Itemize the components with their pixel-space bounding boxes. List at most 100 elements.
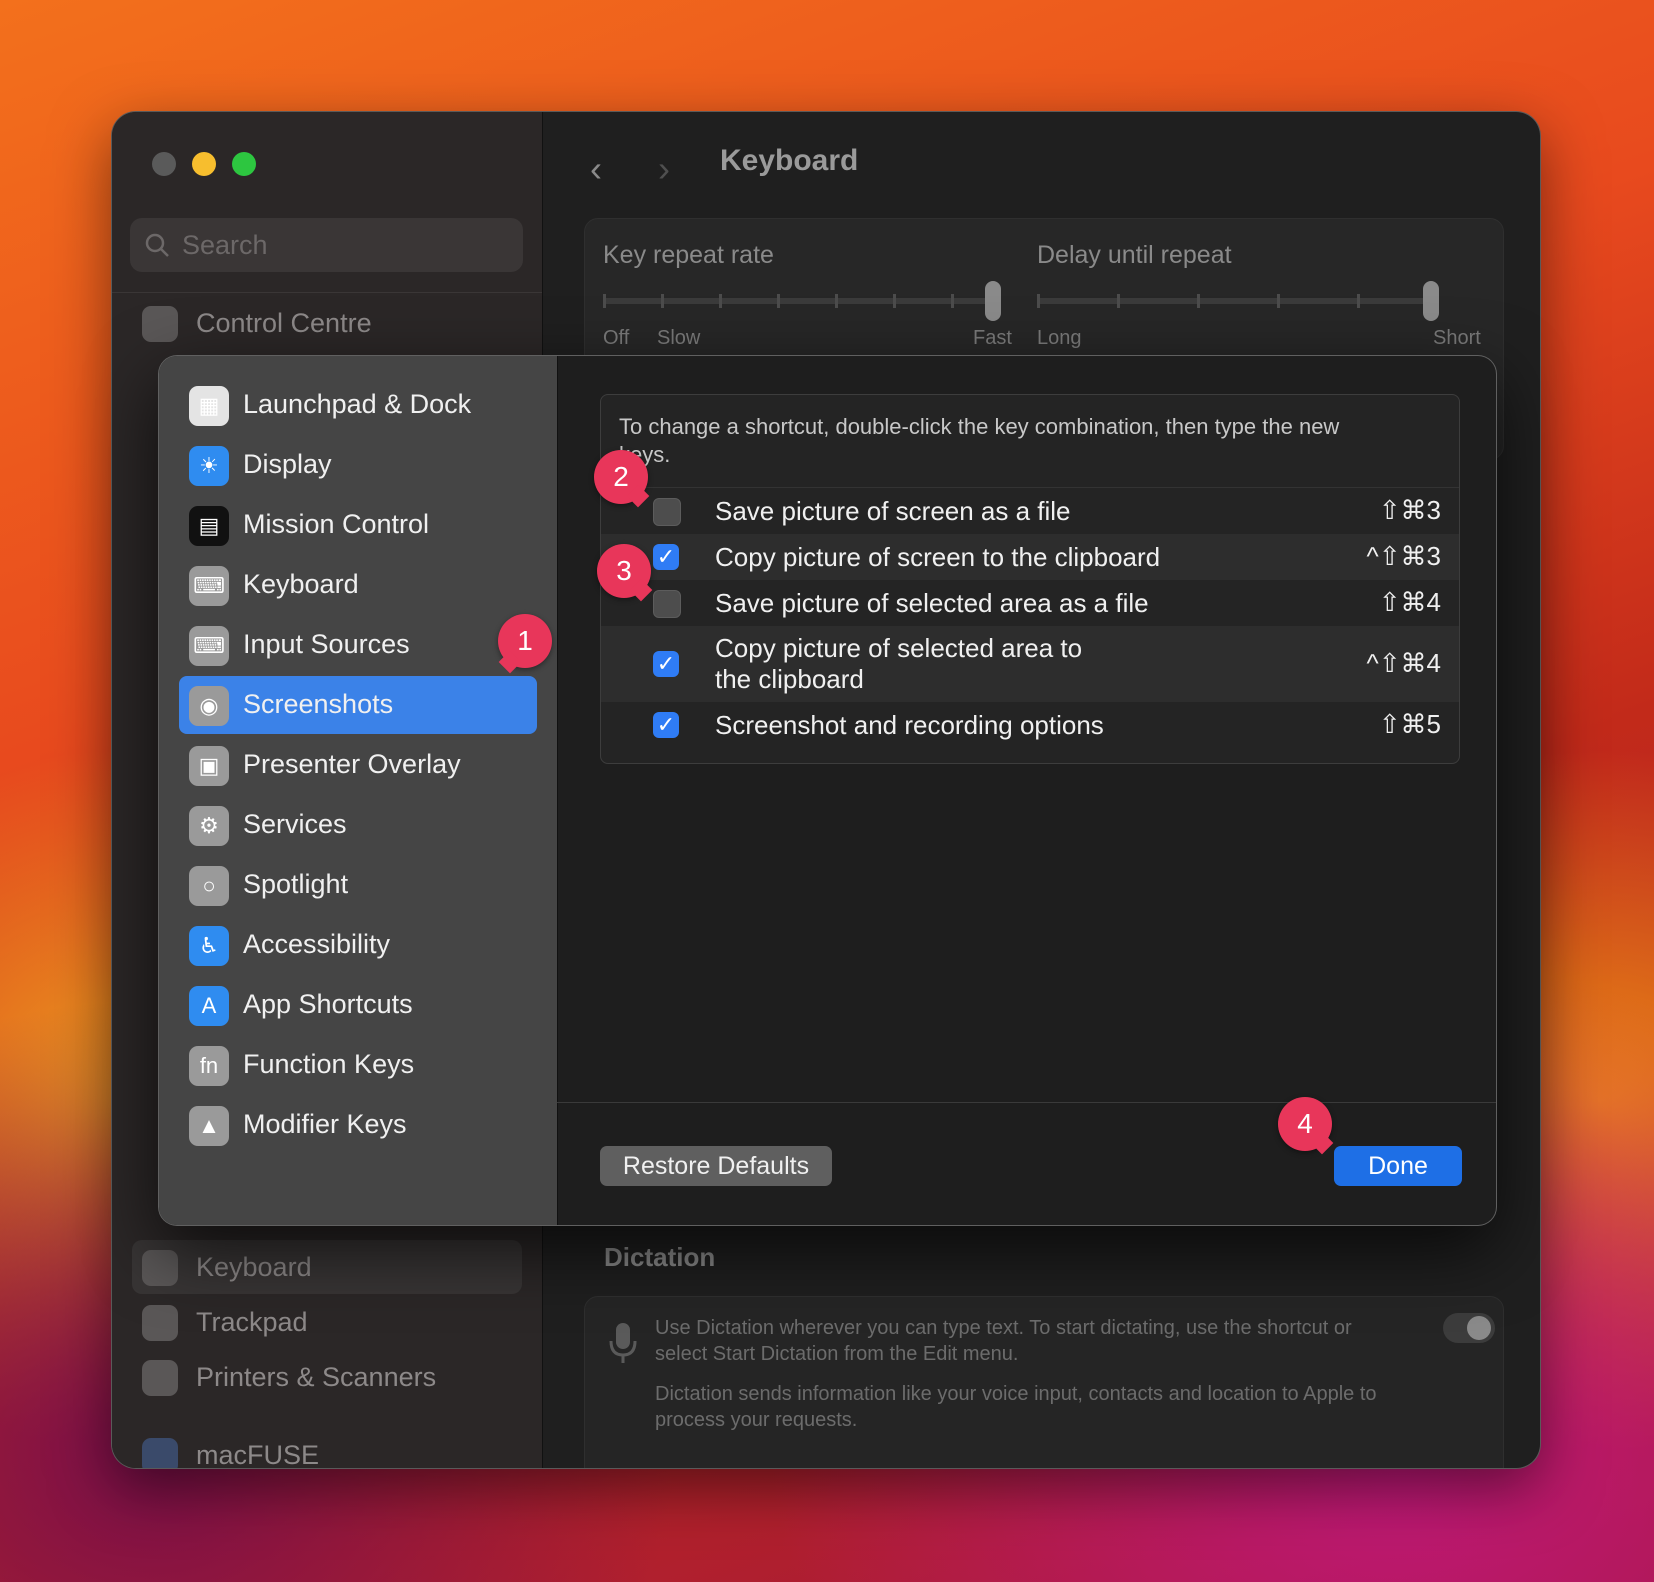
category-accessibility[interactable]: ♿ Accessibility bbox=[179, 916, 537, 974]
shortcut-label: Save picture of screen as a file bbox=[715, 496, 1071, 526]
restore-defaults-button[interactable]: Restore Defaults bbox=[600, 1146, 832, 1186]
shortcut-label: Copy picture of screen to the clipboard bbox=[715, 542, 1161, 572]
slider-knob[interactable] bbox=[985, 281, 1001, 321]
shortcut-row[interactable]: ✓ Copy picture of selected area to the c… bbox=[601, 626, 1459, 702]
sidebar-item-printers[interactable]: Printers & Scanners bbox=[132, 1350, 522, 1404]
category-label: Modifier Keys bbox=[243, 1109, 407, 1139]
shortcut-keys[interactable]: ^⇧⌘3 bbox=[1367, 541, 1441, 572]
shortcut-keys[interactable]: ^⇧⌘4 bbox=[1367, 648, 1441, 679]
slider-knob[interactable] bbox=[1423, 281, 1439, 321]
callout-badge: 3 bbox=[597, 544, 653, 602]
microphone-icon bbox=[609, 1323, 637, 1363]
checkbox[interactable] bbox=[653, 498, 681, 526]
shortcut-row[interactable]: ✓ Screenshot and recording options ⇧⌘5 bbox=[601, 702, 1459, 748]
delay-until-repeat-slider[interactable] bbox=[1037, 281, 1439, 321]
done-button[interactable]: Done bbox=[1334, 1146, 1462, 1186]
sidebar-item-keyboard[interactable]: Keyboard bbox=[132, 1240, 522, 1294]
shortcut-row[interactable]: Save picture of screen as a file ⇧⌘3 bbox=[601, 488, 1459, 534]
dictation-card: Use Dictation wherever you can type text… bbox=[584, 1296, 1504, 1468]
shortcut-hint: To change a shortcut, double-click the k… bbox=[619, 414, 1340, 467]
checkbox-checked[interactable]: ✓ bbox=[653, 712, 679, 738]
category-label: App Shortcuts bbox=[243, 989, 413, 1019]
shortcut-keys[interactable]: ⇧⌘3 bbox=[1379, 495, 1441, 526]
category-function-keys[interactable]: fn Function Keys bbox=[179, 1036, 537, 1094]
zoom-window-button[interactable] bbox=[232, 152, 256, 176]
category-spotlight[interactable]: ○ Spotlight bbox=[179, 856, 537, 914]
dictation-heading: Dictation bbox=[604, 1242, 716, 1272]
gears-icon: ⚙ bbox=[189, 806, 229, 846]
shortcut-categories: ▦ Launchpad & Dock ☀ Display ▤ Mission Contro… bbox=[159, 356, 558, 1225]
app-store-icon: A bbox=[189, 986, 229, 1026]
slider-min-label: Long bbox=[1037, 327, 1082, 349]
search-field[interactable]: Search bbox=[130, 218, 523, 272]
dictation-description: Use Dictation wherever you can type text… bbox=[655, 1317, 1352, 1365]
category-app-shortcuts[interactable]: A App Shortcuts bbox=[179, 976, 537, 1034]
shortcut-keys[interactable]: ⇧⌘5 bbox=[1379, 709, 1441, 740]
checkbox-checked[interactable]: ✓ bbox=[653, 544, 679, 570]
callout-badge: 2 bbox=[594, 450, 650, 508]
minimize-window-button[interactable] bbox=[192, 152, 216, 176]
slider-max-label: Fast bbox=[973, 327, 1012, 349]
sidebar-item-control-centre[interactable]: Control Centre bbox=[132, 296, 522, 350]
category-screenshots[interactable]: ◉ Screenshots bbox=[179, 676, 537, 734]
back-icon[interactable]: ‹ bbox=[590, 148, 602, 190]
sidebar-item-trackpad[interactable]: Trackpad bbox=[132, 1295, 522, 1349]
category-services[interactable]: ⚙ Services bbox=[179, 796, 537, 854]
sidebar-item-macfuse[interactable]: macFUSE bbox=[132, 1428, 522, 1468]
checkbox[interactable] bbox=[653, 590, 681, 618]
category-label: Launchpad & Dock bbox=[243, 389, 472, 419]
search-icon bbox=[145, 233, 169, 257]
category-label: Function Keys bbox=[243, 1049, 415, 1079]
category-label: Display bbox=[243, 449, 332, 479]
dictation-toggle[interactable] bbox=[1443, 1313, 1495, 1343]
close-window-button[interactable] bbox=[152, 152, 176, 176]
category-label: Screenshots bbox=[243, 689, 394, 719]
callout-badge: 4 bbox=[1278, 1097, 1334, 1155]
delay-until-repeat-label: Delay until repeat bbox=[1037, 241, 1232, 269]
category-presenter-overlay[interactable]: ▣ Presenter Overlay bbox=[179, 736, 537, 794]
input-sources-icon: ⌨ bbox=[189, 626, 229, 666]
forward-icon[interactable]: › bbox=[658, 148, 670, 190]
modifier-up-icon: ▲ bbox=[189, 1106, 229, 1146]
shortcut-row[interactable]: ✓ Copy picture of screen to the clipboar… bbox=[601, 534, 1459, 580]
sidebar-item-label: Printers & Scanners bbox=[196, 1362, 437, 1392]
shortcut-label: the clipboard bbox=[715, 664, 864, 694]
screenshot-icon: ◉ bbox=[189, 686, 229, 726]
slider-slow-label: Slow bbox=[657, 327, 701, 349]
display-brightness-icon: ☀ bbox=[189, 446, 229, 486]
switches-icon bbox=[142, 306, 178, 342]
fuse-icon bbox=[142, 1438, 178, 1468]
magnifier-icon: ○ bbox=[189, 866, 229, 906]
sidebar-item-label: macFUSE bbox=[196, 1440, 320, 1468]
category-display[interactable]: ☀ Display bbox=[179, 436, 537, 494]
shortcut-label: Save picture of selected area as a file bbox=[715, 588, 1149, 618]
search-placeholder: Search bbox=[182, 230, 268, 260]
keyboard-shortcuts-sheet: ▦ Launchpad & Dock ☀ Display ▤ Mission Contro… bbox=[159, 356, 1496, 1225]
shortcut-label: Screenshot and recording options bbox=[715, 710, 1104, 740]
dictation-privacy-note: Dictation sends information like your vo… bbox=[655, 1383, 1377, 1431]
printer-icon bbox=[142, 1360, 178, 1396]
category-label: Spotlight bbox=[243, 869, 349, 899]
sidebar-item-label: Control Centre bbox=[196, 308, 372, 338]
shortcut-keys[interactable]: ⇧⌘4 bbox=[1379, 587, 1441, 618]
presenter-overlay-icon: ▣ bbox=[189, 746, 229, 786]
page-title: Keyboard bbox=[720, 144, 859, 177]
key-repeat-rate-slider[interactable] bbox=[603, 281, 1001, 321]
trackpad-icon bbox=[142, 1305, 178, 1341]
sidebar-divider bbox=[112, 292, 542, 293]
category-label: Accessibility bbox=[243, 929, 391, 959]
keyboard-icon: ⌨ bbox=[189, 566, 229, 606]
shortcut-row[interactable]: Save picture of selected area as a file … bbox=[601, 580, 1459, 626]
category-label: Keyboard bbox=[243, 569, 359, 599]
mission-control-icon: ▤ bbox=[189, 506, 229, 546]
footer-divider bbox=[557, 1102, 1496, 1103]
category-mission-control[interactable]: ▤ Mission Control bbox=[179, 496, 537, 554]
checkbox-checked[interactable]: ✓ bbox=[653, 651, 679, 677]
category-label: Services bbox=[243, 809, 347, 839]
accessibility-icon: ♿ bbox=[189, 926, 229, 966]
callout-badge: 1 bbox=[498, 614, 552, 674]
category-keyboard[interactable]: ⌨ Keyboard bbox=[179, 556, 537, 614]
category-modifier-keys[interactable]: ▲ Modifier Keys bbox=[179, 1096, 537, 1154]
category-launchpad-dock[interactable]: ▦ Launchpad & Dock bbox=[179, 376, 537, 434]
category-input-sources[interactable]: ⌨ Input Sources bbox=[179, 616, 537, 674]
